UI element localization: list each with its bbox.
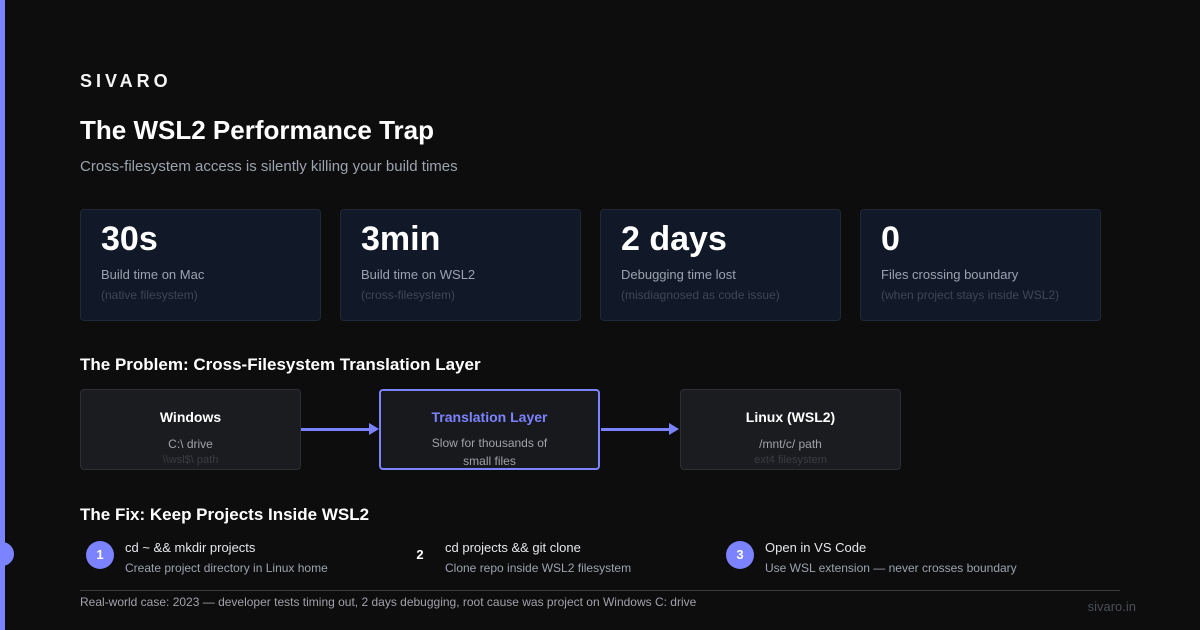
brand-logo: SIVARO: [80, 71, 172, 91]
stat-note: (cross-filesystem): [361, 288, 456, 302]
flow-subtitle: Slow for thousands of small files: [431, 436, 548, 468]
flow-title: Windows: [159, 409, 222, 425]
stat-card-debugging-time: 2 days Debugging time lost (misdiagnosed…: [600, 209, 841, 321]
flow-subtitle: /mnt/c/ path: [759, 437, 822, 451]
stat-label: Debugging time lost: [621, 267, 736, 282]
step-description: Create project directory in Linux home: [125, 561, 328, 575]
accent-dot: [0, 542, 14, 566]
stat-label: Files crossing boundary: [881, 267, 1019, 282]
step-description: Use WSL extension — never crosses bounda…: [765, 561, 1017, 575]
stat-note: (when project stays inside WSL2): [881, 288, 1060, 302]
stat-value: 2 days: [621, 220, 727, 258]
flow-box-linux: Linux (WSL2) /mnt/c/ path ext4 filesyste…: [680, 389, 901, 470]
stat-card-mac-build: 30s Build time on Mac (native filesystem…: [80, 209, 321, 321]
stat-card-boundary-files: 0 Files crossing boundary (when project …: [860, 209, 1101, 321]
step-number-badge: 3: [726, 541, 754, 569]
stat-value: 3min: [361, 220, 441, 258]
footer-case-note: Real-world case: 2023 — developer tests …: [80, 595, 697, 609]
flow-note: ext4 filesystem: [754, 454, 827, 466]
step-command: cd projects && git clone: [445, 540, 581, 555]
step-number-badge: 1: [86, 541, 114, 569]
stat-card-wsl2-build: 3min Build time on WSL2 (cross-filesyste…: [340, 209, 581, 321]
step-number-badge: 2: [416, 547, 424, 562]
fix-heading: The Fix: Keep Projects Inside WSL2: [80, 505, 370, 524]
stat-note: (misdiagnosed as code issue): [621, 288, 780, 302]
arrow-right-icon: [301, 423, 379, 435]
page-title: The WSL2 Performance Trap: [80, 115, 434, 145]
stat-label: Build time on Mac: [101, 267, 205, 282]
stat-label: Build time on WSL2: [361, 267, 476, 282]
step-command: cd ~ && mkdir projects: [125, 540, 256, 555]
problem-heading: The Problem: Cross-Filesystem Translatio…: [80, 355, 481, 374]
step-command: Open in VS Code: [765, 540, 867, 555]
accent-bar: [0, 0, 5, 630]
arrow-right-icon: [601, 423, 679, 435]
flow-box-translation-layer: Translation Layer Slow for thousands of …: [379, 389, 600, 470]
flow-title: Translation Layer: [431, 409, 548, 425]
step-description: Clone repo inside WSL2 filesystem: [445, 561, 632, 575]
flow-subtitle: C:\ drive: [168, 437, 213, 451]
footer-url[interactable]: sivaro.in: [1088, 599, 1136, 614]
footer-divider: [80, 590, 1120, 591]
stat-note: (native filesystem): [101, 288, 198, 302]
page-subtitle: Cross-filesystem access is silently kill…: [80, 158, 458, 175]
flow-note: \\wsl$\ path: [162, 454, 219, 466]
flow-box-windows: Windows C:\ drive \\wsl$\ path: [80, 389, 301, 470]
stat-value: 30s: [101, 220, 158, 258]
flow-title: Linux (WSL2): [745, 409, 836, 425]
stat-value: 0: [881, 220, 900, 258]
